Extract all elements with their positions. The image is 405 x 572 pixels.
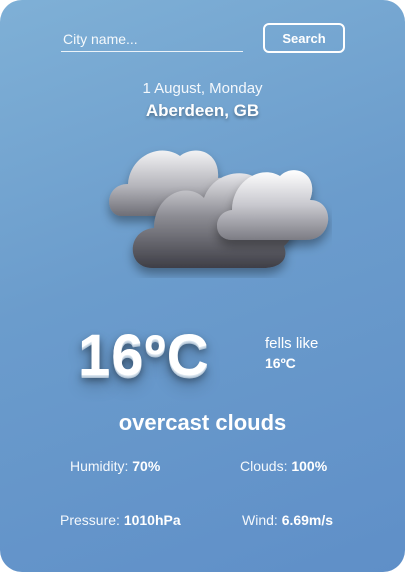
pressure-stat: Pressure: 1010hPa (60, 512, 181, 528)
temperature-value: 16ºC (78, 323, 210, 388)
search-button[interactable]: Search (263, 23, 345, 53)
wind-value: 6.69m/s (281, 512, 334, 528)
weather-description: overcast clouds (118, 410, 287, 435)
clouds-value: 100% (291, 458, 328, 474)
humidity-label: Humidity: (70, 458, 129, 474)
humidity-value: 70% (132, 458, 161, 474)
clouds-stat: Clouds: 100% (240, 458, 327, 474)
city-search-input[interactable] (61, 27, 243, 52)
pressure-label: Pressure: (60, 512, 120, 528)
location-title: Aberdeen, GB (145, 101, 260, 120)
clouds-label: Clouds: (240, 458, 288, 474)
humidity-stat: Humidity: 70% (70, 458, 160, 474)
wind-label: Wind: (242, 512, 278, 528)
feels-like-value: 16ºC (265, 355, 296, 371)
date-text: 1 August, Monday (142, 80, 263, 97)
feels-like-label: fells like (265, 335, 319, 352)
pressure-value: 1010hPa (123, 512, 181, 528)
overcast-clouds-icon (109, 150, 329, 268)
weather-card: Search 1 August, Monday Aberdeen, GB (0, 0, 405, 572)
wind-stat: Wind: 6.69m/s (242, 512, 333, 528)
